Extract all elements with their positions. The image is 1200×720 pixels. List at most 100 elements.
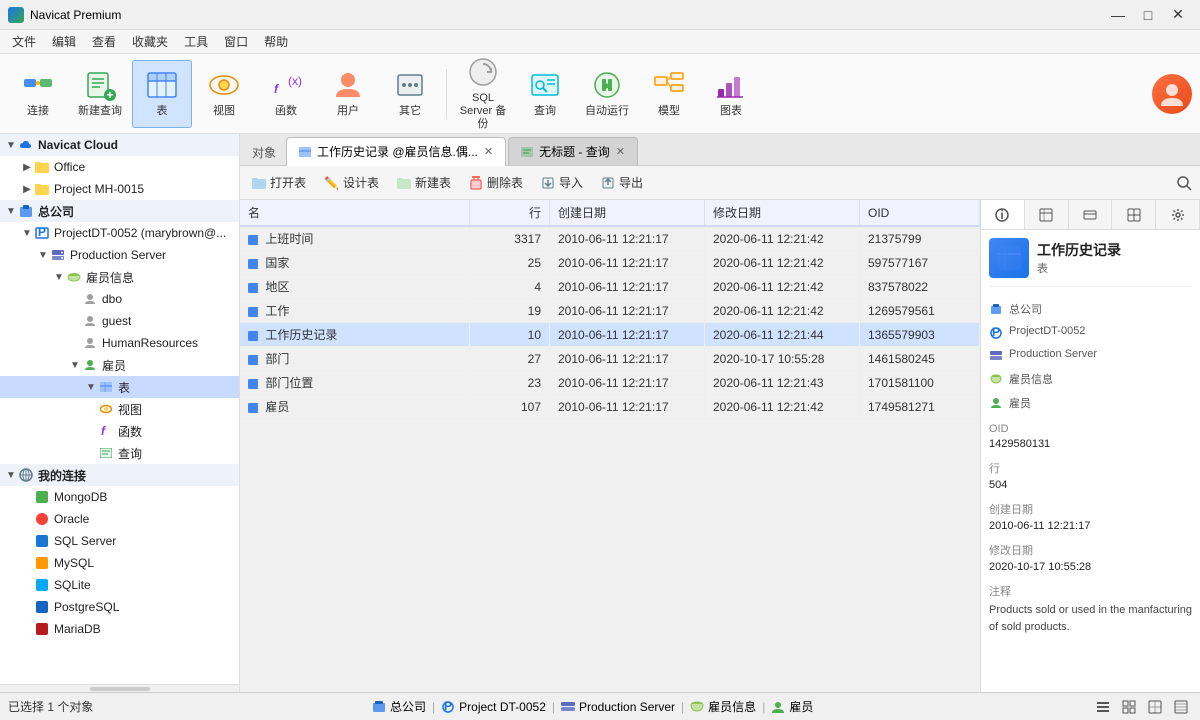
sidebar-item-navicat-cloud[interactable]: ▼ Navicat Cloud bbox=[0, 134, 239, 156]
info-subtitle: 表 bbox=[1037, 260, 1121, 276]
info-tab-settings[interactable] bbox=[1156, 200, 1200, 229]
sidebar-item-company[interactable]: ▼ 总公司 bbox=[0, 200, 239, 222]
sidebar-item-views[interactable]: ▶ 视图 bbox=[0, 398, 239, 420]
status-db[interactable]: 雇员信息 bbox=[690, 698, 756, 715]
info-tab-columns[interactable] bbox=[1025, 200, 1069, 229]
sidebar-item-mariadb[interactable]: ▶ MariaDB bbox=[0, 618, 239, 640]
employee-info-label: 雇员信息 bbox=[86, 269, 134, 286]
new-table-button[interactable]: 新建表 bbox=[389, 170, 459, 196]
toolbar-view[interactable]: 视图 bbox=[194, 60, 254, 128]
open-table-button[interactable]: 打开表 bbox=[244, 170, 314, 196]
export-button[interactable]: 导出 bbox=[593, 170, 651, 196]
sidebar-item-sqlite[interactable]: ▶ SQLite bbox=[0, 574, 239, 596]
my-connections-toggle[interactable]: ▼ bbox=[4, 468, 18, 482]
cell-name: 上班时间 bbox=[240, 226, 470, 251]
cell-name: 部门位置 bbox=[240, 371, 470, 395]
toolbar-new-query[interactable]: + 新建查询 bbox=[70, 60, 130, 128]
employee-info-toggle[interactable]: ▼ bbox=[52, 270, 66, 284]
new-table-label: 新建表 bbox=[415, 174, 451, 191]
toolbar-user[interactable]: 用户 bbox=[318, 60, 378, 128]
status-view-grid[interactable] bbox=[1118, 696, 1140, 718]
status-server[interactable]: Production Server bbox=[561, 700, 675, 714]
sidebar-item-employee-info[interactable]: ▼ 雇员信息 bbox=[0, 266, 239, 288]
sidebar-item-employee[interactable]: ▼ 雇员 bbox=[0, 354, 239, 376]
tab-untitled-close[interactable]: ✕ bbox=[616, 145, 625, 158]
status-view-list[interactable] bbox=[1092, 696, 1114, 718]
project-mh-toggle[interactable]: ▶ bbox=[20, 182, 34, 196]
toolbar-query2[interactable]: 查询 bbox=[515, 60, 575, 128]
menu-tools[interactable]: 工具 bbox=[176, 31, 216, 52]
user-avatar[interactable] bbox=[1152, 74, 1192, 114]
sidebar-item-projectdt[interactable]: ▼ P ProjectDT-0052 (marybrown@... bbox=[0, 222, 239, 244]
menu-help[interactable]: 帮助 bbox=[256, 31, 296, 52]
sidebar-item-guest[interactable]: ▶ guest bbox=[0, 310, 239, 332]
toolbar-chart[interactable]: 图表 bbox=[701, 60, 761, 128]
import-button[interactable]: 导入 bbox=[533, 170, 591, 196]
status-view-large[interactable] bbox=[1144, 696, 1166, 718]
toolbar-sqlbak[interactable]: SQL Server 备份 bbox=[453, 60, 513, 128]
toolbar-connect[interactable]: 连接 bbox=[8, 60, 68, 128]
info-tab-4[interactable] bbox=[1112, 200, 1156, 229]
status-project[interactable]: P Project DT-0052 bbox=[441, 700, 546, 714]
chart-label: 图表 bbox=[720, 105, 742, 118]
cell-oid: 597577167 bbox=[860, 251, 980, 275]
sidebar-item-production-server[interactable]: ▼ Production Server bbox=[0, 244, 239, 266]
table-row[interactable]: 部门位置 23 2010-06-11 12:21:17 2020-06-11 1… bbox=[240, 371, 980, 395]
table-row[interactable]: 工作历史记录 10 2010-06-11 12:21:17 2020-06-11… bbox=[240, 323, 980, 347]
cloud-icon bbox=[18, 137, 34, 153]
menu-window[interactable]: 窗口 bbox=[216, 31, 256, 52]
humanresources-icon bbox=[82, 335, 98, 351]
close-button[interactable]: ✕ bbox=[1164, 5, 1192, 25]
office-toggle[interactable]: ▶ bbox=[20, 160, 34, 174]
sidebar-item-queries[interactable]: ▶ 查询 bbox=[0, 442, 239, 464]
navicat-cloud-toggle[interactable]: ▼ bbox=[4, 138, 18, 152]
design-table-button[interactable]: ✏️ 设计表 bbox=[316, 170, 387, 196]
sidebar-item-postgresql[interactable]: ▶ PostgreSQL bbox=[0, 596, 239, 618]
table-row[interactable]: 国家 25 2010-06-11 12:21:17 2020-06-11 12:… bbox=[240, 251, 980, 275]
sidebar-item-project-mh[interactable]: ▶ Project MH-0015 bbox=[0, 178, 239, 200]
table-row[interactable]: 工作 19 2010-06-11 12:21:17 2020-06-11 12:… bbox=[240, 299, 980, 323]
table-row[interactable]: 上班时间 3317 2010-06-11 12:21:17 2020-06-11… bbox=[240, 226, 980, 251]
sidebar-item-sqlserver[interactable]: ▶ SQL Server bbox=[0, 530, 239, 552]
menu-favorites[interactable]: 收藏夹 bbox=[124, 31, 176, 52]
company-toggle[interactable]: ▼ bbox=[4, 204, 18, 218]
postgresql-label: PostgreSQL bbox=[54, 600, 119, 614]
tab-work-history[interactable]: 工作历史记录 @雇员信息.偶... ✕ bbox=[286, 137, 506, 166]
tab-work-history-close[interactable]: ✕ bbox=[484, 145, 493, 158]
status-view-detail[interactable] bbox=[1170, 696, 1192, 718]
sidebar-item-my-connections[interactable]: ▼ 我的连接 bbox=[0, 464, 239, 486]
info-tab-info[interactable]: i bbox=[981, 200, 1025, 229]
tab-untitled-query[interactable]: 无标题 - 查询 ✕ bbox=[508, 137, 638, 165]
prod-server-toggle[interactable]: ▼ bbox=[36, 248, 50, 262]
sidebar-item-tables[interactable]: ▼ 表 bbox=[0, 376, 239, 398]
sidebar-item-dbo[interactable]: ▶ dbo bbox=[0, 288, 239, 310]
toolbar-other[interactable]: 其它 bbox=[380, 60, 440, 128]
menu-view[interactable]: 查看 bbox=[84, 31, 124, 52]
table-row[interactable]: 地区 4 2010-06-11 12:21:17 2020-06-11 12:2… bbox=[240, 275, 980, 299]
status-company[interactable]: 总公司 bbox=[372, 698, 426, 715]
info-body: 工作历史记录 表 总公司 bbox=[981, 230, 1200, 653]
sidebar-item-mongodb[interactable]: ▶ MongoDB bbox=[0, 486, 239, 508]
sidebar-item-mysql[interactable]: ▶ MySQL bbox=[0, 552, 239, 574]
tables-toggle[interactable]: ▼ bbox=[84, 380, 98, 394]
menu-edit[interactable]: 编辑 bbox=[44, 31, 84, 52]
search-button[interactable] bbox=[1172, 171, 1196, 195]
sidebar-item-oracle[interactable]: ▶ Oracle bbox=[0, 508, 239, 530]
toolbar-func[interactable]: f (x) 函数 bbox=[256, 60, 316, 128]
status-user[interactable]: 雇员 bbox=[771, 698, 813, 715]
sidebar-item-funcs[interactable]: ▶ f 函数 bbox=[0, 420, 239, 442]
employee-toggle[interactable]: ▼ bbox=[68, 358, 82, 372]
projectdt-toggle[interactable]: ▼ bbox=[20, 226, 34, 240]
sidebar-item-humanresources[interactable]: ▶ HumanResources bbox=[0, 332, 239, 354]
table-row[interactable]: 雇员 107 2010-06-11 12:21:17 2020-06-11 12… bbox=[240, 395, 980, 419]
sidebar-item-office[interactable]: ▶ Office bbox=[0, 156, 239, 178]
info-tab-3[interactable] bbox=[1069, 200, 1113, 229]
minimize-button[interactable]: — bbox=[1104, 5, 1132, 25]
toolbar-table[interactable]: 表 bbox=[132, 60, 192, 128]
toolbar-auto[interactable]: ▶ 自动运行 bbox=[577, 60, 637, 128]
delete-table-button[interactable]: 删除表 bbox=[461, 170, 531, 196]
maximize-button[interactable]: □ bbox=[1134, 5, 1162, 25]
table-row[interactable]: 部门 27 2010-06-11 12:21:17 2020-10-17 10:… bbox=[240, 347, 980, 371]
toolbar-model[interactable]: 模型 bbox=[639, 60, 699, 128]
menu-file[interactable]: 文件 bbox=[4, 31, 44, 52]
